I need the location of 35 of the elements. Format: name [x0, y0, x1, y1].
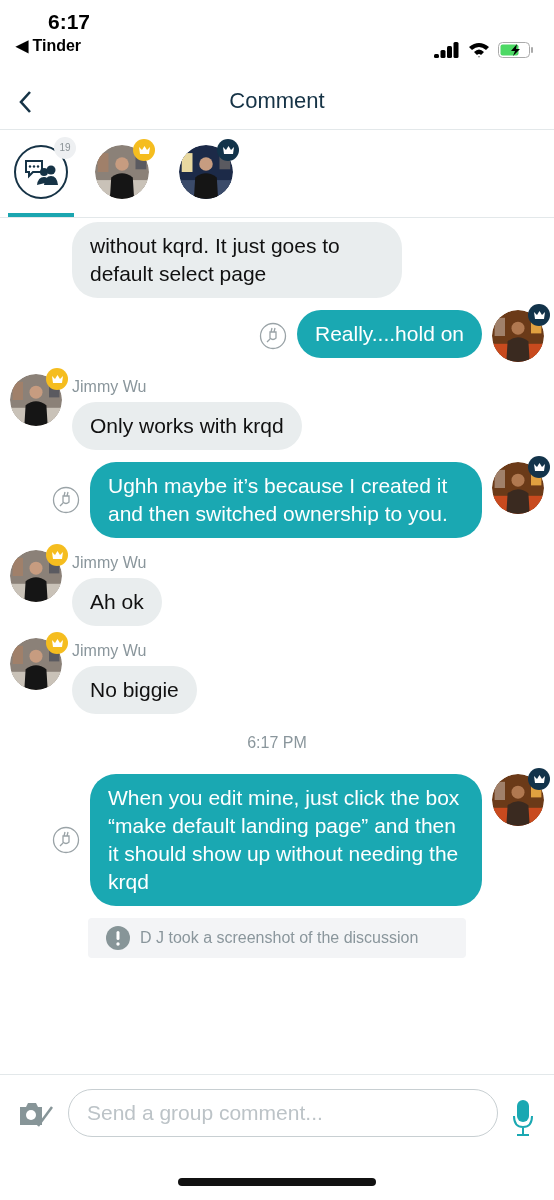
crown-icon — [50, 374, 64, 384]
message-bubble: When you edit mine, just click the box “make default landing page” and then it should show up without needing the krqd — [90, 774, 482, 906]
message-bubble: Only works with krqd — [72, 402, 302, 450]
page-title: Comment — [229, 87, 325, 114]
signal-icon — [434, 42, 460, 58]
battery-icon — [498, 42, 534, 58]
message-bubble: No biggie — [72, 666, 197, 714]
sender-name: Jimmy Wu — [72, 377, 148, 396]
message-bubble: Ughh maybe it’s because I created it and then switched ownership to you. — [90, 462, 482, 538]
sender-name: Jimmy Wu — [72, 553, 148, 572]
status-time: 6:17 — [47, 10, 91, 34]
crown-icon — [221, 144, 235, 155]
message-bubble: Really....hold on — [296, 310, 482, 358]
crown-icon — [137, 144, 151, 155]
group-chat-icon — [24, 157, 58, 186]
comment-input[interactable]: Send a group comment... — [68, 1089, 498, 1137]
read-receipt-icon — [52, 486, 80, 514]
count-badge: 19 — [54, 136, 76, 159]
crown-icon — [532, 462, 546, 472]
crown-icon — [532, 310, 546, 320]
timestamp: 6:17 PM — [247, 734, 307, 752]
microphone-button[interactable] — [512, 1099, 534, 1137]
back-icon — [18, 90, 32, 114]
sender-name: Jimmy Wu — [72, 641, 148, 660]
notice-text: D J took a screenshot of the discussion — [140, 929, 419, 947]
read-receipt-icon — [52, 826, 80, 854]
back-to-app-link[interactable]: ◀ Tinder — [16, 36, 91, 55]
message-bubble: without kqrd. It just goes to default select page — [72, 222, 402, 298]
crown-icon — [532, 774, 546, 784]
crown-icon — [50, 550, 64, 560]
read-receipt-icon — [258, 322, 287, 350]
wifi-icon — [468, 42, 490, 58]
alert-icon — [106, 926, 130, 950]
message-bubble: Ah ok — [72, 578, 162, 626]
crown-icon — [50, 638, 64, 648]
